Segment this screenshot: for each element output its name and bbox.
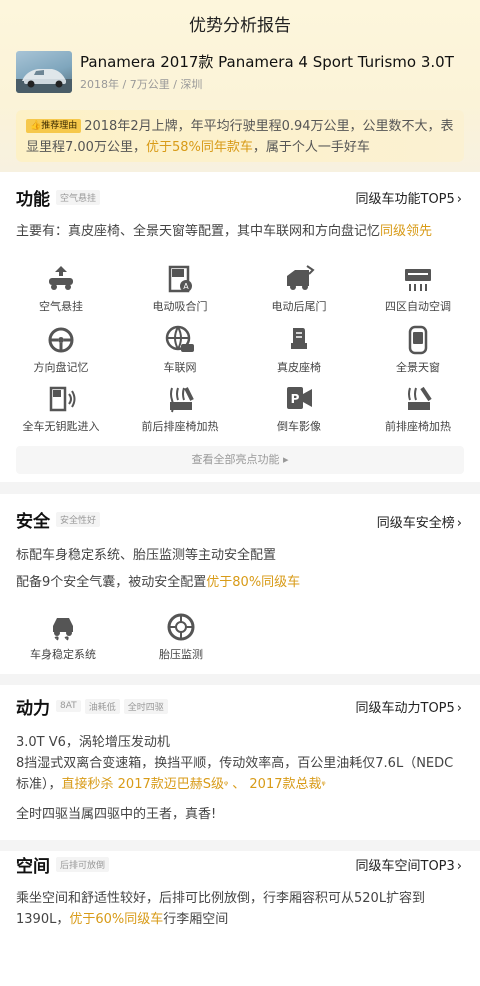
- space-tag: 后排可放倒: [56, 856, 110, 872]
- power-section: 动力 8AT 油耗低 全时四驱 同级车动力TOP5 › 3.0T V6，涡轮增压发…: [0, 685, 480, 840]
- front-seat-heating-icon: [402, 384, 434, 414]
- features-summary: 主要有：真皮座椅、全景天窗等配置，其中车联网和方向盘记忆同级领先: [16, 224, 433, 239]
- feature-item[interactable]: 前排座椅加热: [363, 384, 473, 434]
- feature-item[interactable]: 车联网: [125, 325, 235, 375]
- connected-car-icon: [164, 325, 196, 355]
- recommend-highlight: 优于58%同年款车: [145, 140, 253, 155]
- page-title: 优势分析报告: [189, 16, 291, 36]
- four-zone-ac-icon: [402, 264, 434, 294]
- space-top3-link[interactable]: 同级车空间TOP3 ›: [356, 855, 463, 874]
- feature-item[interactable]: 电动后尾门: [244, 264, 354, 314]
- leather-seat-icon: [283, 325, 315, 355]
- feature-item[interactable]: 全车无钥匙进入: [6, 384, 116, 434]
- competitor-link[interactable]: 直接秒杀 2017款迈巴赫S级: [62, 777, 224, 792]
- feature-item[interactable]: 真皮座椅: [244, 325, 354, 375]
- tire-pressure-icon: [165, 612, 197, 642]
- features-section: 功能 空气悬挂 同级车功能TOP5 › 主要有：真皮座椅、全景天窗等配置，其中车联…: [0, 172, 480, 482]
- power-tailgate-icon: [283, 264, 315, 294]
- recommend-box: 👍推荐理由 2018年2月上牌，年平均行驶里程0.94万公里，公里数不大，表显里…: [16, 110, 464, 162]
- space-section: 空间 后排可放倒 同级车空间TOP3 › 乘坐空间和舒适性较好，后排可比例放倒，行…: [0, 851, 480, 986]
- power-paragraph: 8挡湿式双离合变速箱，换挡平顺，传动效率高，百公里油耗仅7.6L（NEDC标准）…: [16, 756, 454, 792]
- safety-tag: 安全性好: [56, 511, 101, 527]
- feature-item[interactable]: 前后排座椅加热: [125, 384, 235, 434]
- chevron-right-icon: ›: [456, 192, 462, 207]
- power-tag: 全时四驱: [123, 698, 168, 714]
- steering-memory-icon: [45, 325, 77, 355]
- competitor-link[interactable]: 2017款总裁: [249, 777, 321, 792]
- view-all-features-button[interactable]: 查看全部亮点功能 ▸: [16, 446, 464, 474]
- space-title: 空间: [16, 856, 50, 877]
- power-tag: 8AT: [56, 700, 81, 712]
- stability-control-icon: [47, 612, 79, 642]
- safety-ranking-link[interactable]: 同级车安全榜 ›: [377, 512, 462, 531]
- car-thumbnail[interactable]: [16, 51, 72, 93]
- features-tag: 空气悬挂: [56, 189, 101, 205]
- power-line-3: 全时四驱当属四驱中的王者，真香!: [16, 807, 217, 822]
- space-paragraph: 乘坐空间和舒适性较好，后排可比例放倒，行李厢容积可从520L扩容到1390L，优…: [16, 891, 426, 927]
- power-line-1: 3.0T V6，涡轮增压发动机: [16, 735, 170, 750]
- thumbs-up-icon: 👍: [30, 121, 42, 131]
- features-header: 功能 空气悬挂: [16, 186, 101, 210]
- report-header: 优势分析报告 Panamera 2017款 Panamera 4 Sport T…: [0, 0, 480, 172]
- chevron-right-icon: ›: [456, 859, 462, 874]
- air-suspension-icon: [45, 264, 77, 294]
- svg-text:A: A: [183, 282, 189, 291]
- feature-item[interactable]: A 电动吸合门: [125, 264, 235, 314]
- svg-text:P: P: [291, 392, 300, 406]
- feature-item[interactable]: P 倒车影像: [244, 384, 354, 434]
- seat-heating-icon: [164, 384, 196, 414]
- safety-line-1: 标配车身稳定系统、胎压监测等主动安全配置: [16, 548, 277, 563]
- features-title: 功能: [16, 189, 50, 210]
- car-name: Panamera 2017款 Panamera 4 Sport Turismo …: [80, 53, 454, 71]
- car-meta: 2018年 / 7万公里 / 深圳: [80, 78, 203, 91]
- keyless-entry-icon: [45, 384, 77, 414]
- safety-header: 安全 安全性好: [16, 508, 101, 532]
- space-header: 空间 后排可放倒: [16, 853, 110, 877]
- feature-item[interactable]: 方向盘记忆: [6, 325, 116, 375]
- safety-item[interactable]: 车身稳定系统: [8, 612, 118, 662]
- chevron-right-icon: ›: [456, 701, 462, 716]
- safety-section: 安全 安全性好 同级车安全榜 › 标配车身稳定系统、胎压监测等主动安全配置 配备9…: [0, 494, 480, 674]
- recommend-badge: 👍推荐理由: [26, 119, 82, 133]
- features-top5-link[interactable]: 同级车功能TOP5 ›: [356, 188, 463, 207]
- power-top5-link[interactable]: 同级车动力TOP5 ›: [356, 697, 463, 716]
- panoramic-sunroof-icon: [402, 325, 434, 355]
- feature-item[interactable]: 空气悬挂: [6, 264, 116, 314]
- safety-title: 安全: [16, 511, 50, 532]
- safety-item[interactable]: 胎压监测: [126, 612, 236, 662]
- safety-line-2: 配备9个安全气囊，被动安全配置优于80%同级车: [16, 575, 301, 590]
- power-header: 动力 8AT 油耗低 全时四驱: [16, 695, 168, 719]
- recommend-text: 👍推荐理由 2018年2月上牌，年平均行驶里程0.94万公里，公里数不大，表显里…: [26, 119, 454, 155]
- feature-item[interactable]: 全景天窗: [363, 325, 473, 375]
- power-title: 动力: [16, 698, 50, 719]
- reverse-camera-icon: P: [283, 384, 315, 414]
- soft-close-door-icon: A: [164, 264, 196, 294]
- power-tag: 油耗低: [84, 698, 120, 714]
- feature-item[interactable]: 四区自动空调: [363, 264, 473, 314]
- chevron-right-icon: ›: [456, 516, 462, 531]
- search-icon: ᵠ: [321, 780, 326, 791]
